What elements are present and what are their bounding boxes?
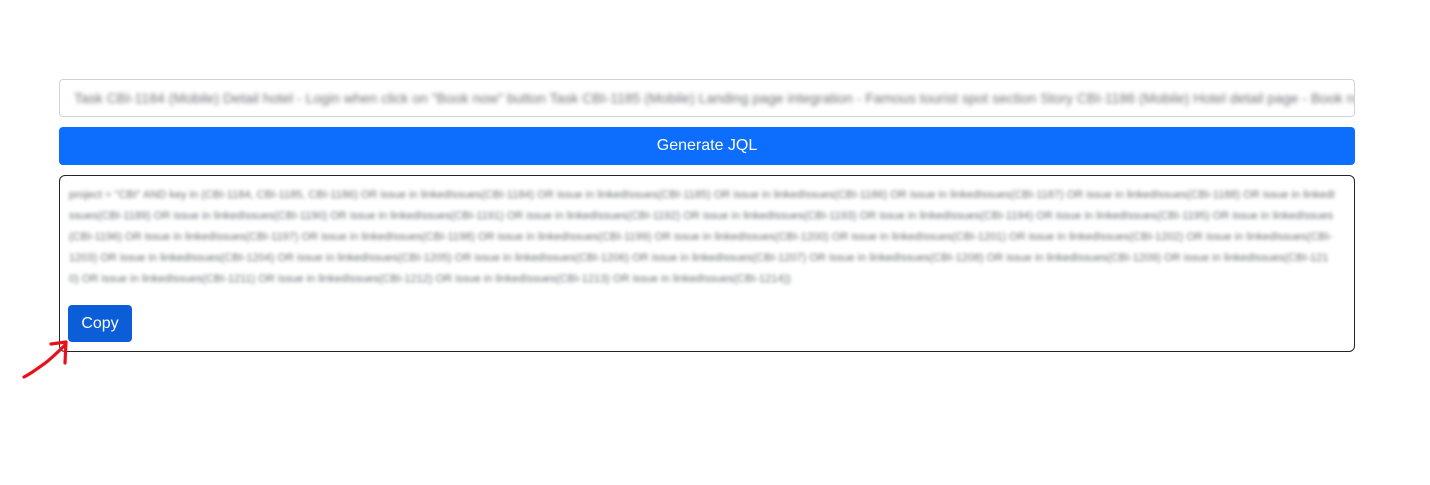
generate-jql-button[interactable]: Generate JQL <box>59 127 1355 165</box>
task-input-value: Task CBI-1184 (Mobile) Detail hotel - Lo… <box>74 90 1355 106</box>
jql-output-panel: project = "CBI" AND key in (CBI-1184, CB… <box>59 175 1355 352</box>
task-input[interactable]: Task CBI-1184 (Mobile) Detail hotel - Lo… <box>59 79 1355 117</box>
red-arrow-icon <box>22 340 68 379</box>
jql-output-text: project = "CBI" AND key in (CBI-1184, CB… <box>69 189 1335 285</box>
